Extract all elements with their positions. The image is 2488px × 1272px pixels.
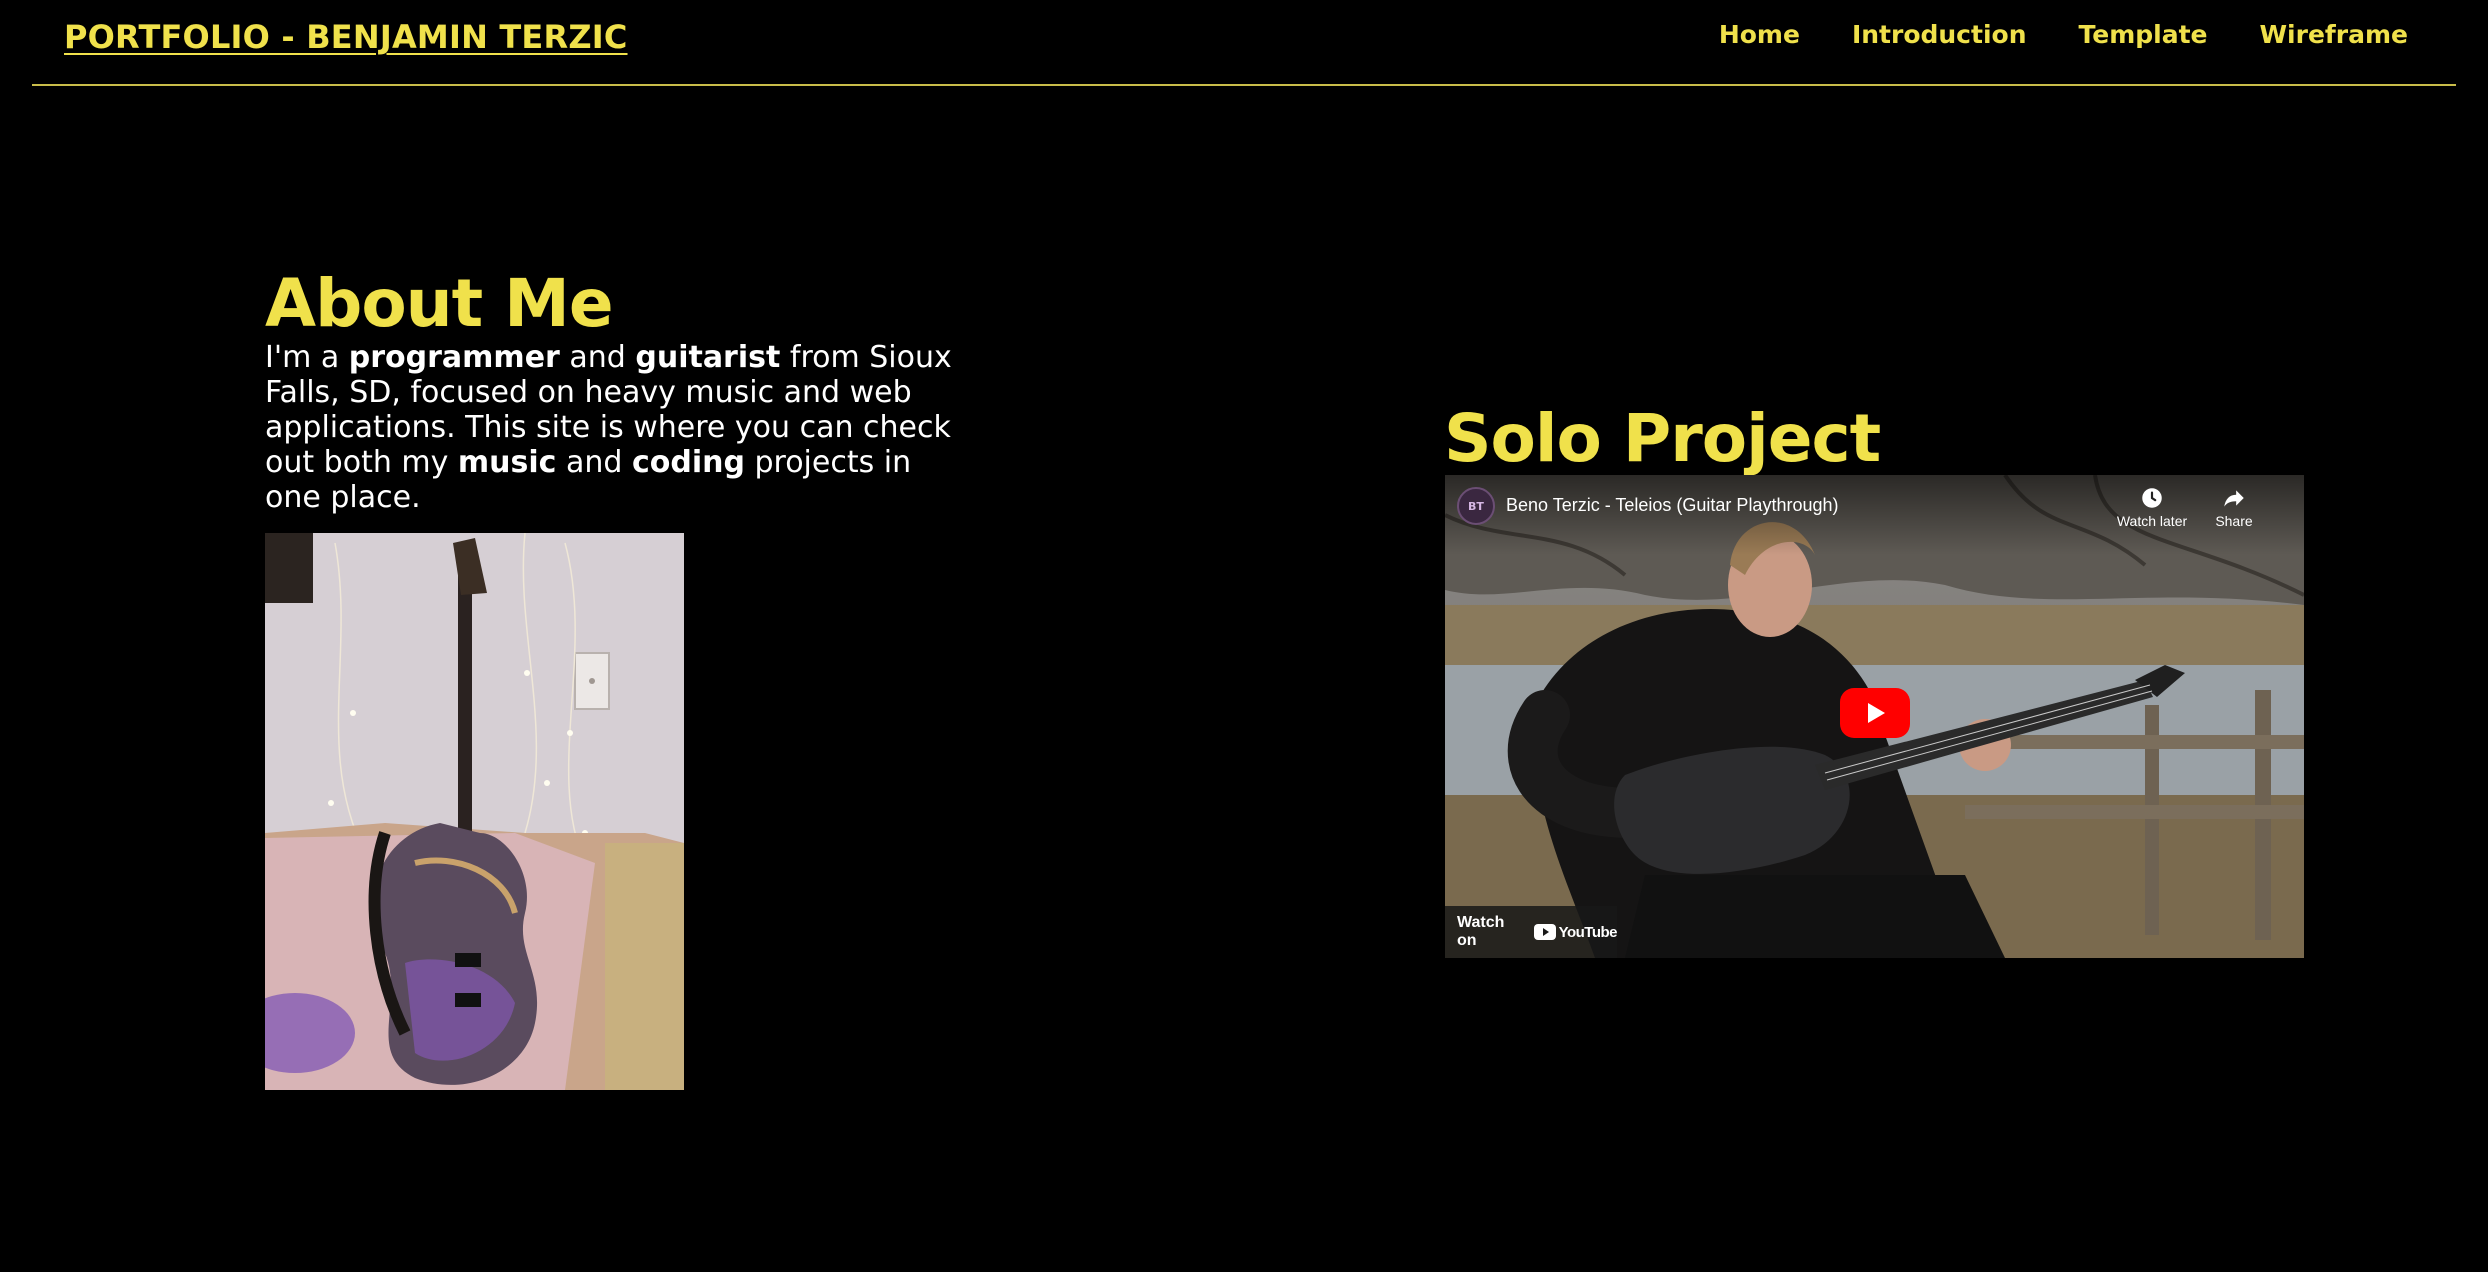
about-title: About Me <box>265 265 614 342</box>
guitar-photo <box>265 533 684 1090</box>
about-emphasis-coding: coding <box>631 445 745 480</box>
youtube-wordmark: YouTube <box>1558 923 1618 941</box>
play-button[interactable] <box>1840 688 1910 738</box>
channel-avatar[interactable]: BT <box>1457 487 1495 525</box>
about-text-part: I'm a <box>265 340 349 375</box>
share-button[interactable]: Share <box>2189 485 2279 529</box>
youtube-embed[interactable]: BT Beno Terzic - Teleios (Guitar Playthr… <box>1445 475 2304 958</box>
watch-on-label: Watch on <box>1457 914 1505 949</box>
watch-later-button[interactable]: Watch later <box>2107 485 2197 529</box>
solo-title: Solo Project <box>1444 400 1881 477</box>
youtube-play-icon <box>1533 924 1556 940</box>
about-emphasis-programmer: programmer <box>348 340 560 375</box>
nav-wireframe[interactable]: Wireframe <box>2259 20 2408 49</box>
clock-icon <box>2142 488 2162 508</box>
main-nav: Home Introduction Template Wireframe <box>1719 20 2408 49</box>
header-divider <box>32 84 2456 86</box>
about-emphasis-guitarist: guitarist <box>635 340 781 375</box>
video-title[interactable]: Beno Terzic - Teleios (Guitar Playthroug… <box>1506 495 1839 516</box>
watch-later-label: Watch later <box>2116 513 2188 529</box>
watch-on-youtube-button[interactable]: Watch on YouTube <box>1445 906 1618 958</box>
share-label: Share <box>2215 513 2253 529</box>
page: PORTFOLIO - BENJAMIN TERZIC Home Introdu… <box>0 0 2488 1272</box>
nav-home[interactable]: Home <box>1719 20 1800 49</box>
about-text-part: and <box>556 445 632 480</box>
about-text: I'm a programmer and guitarist from Siou… <box>265 340 965 515</box>
about-text-part: and <box>559 340 636 375</box>
share-icon <box>2224 490 2244 507</box>
about-emphasis-music: music <box>457 445 557 480</box>
guitar-photo-illustration <box>265 533 684 1090</box>
nav-template[interactable]: Template <box>2079 20 2208 49</box>
youtube-logo: YouTube <box>1533 923 1618 941</box>
play-icon <box>1868 703 1885 723</box>
site-header: PORTFOLIO - BENJAMIN TERZIC Home Introdu… <box>0 0 2488 86</box>
nav-introduction[interactable]: Introduction <box>1852 20 2027 49</box>
brand-link[interactable]: PORTFOLIO - BENJAMIN TERZIC <box>64 18 628 56</box>
